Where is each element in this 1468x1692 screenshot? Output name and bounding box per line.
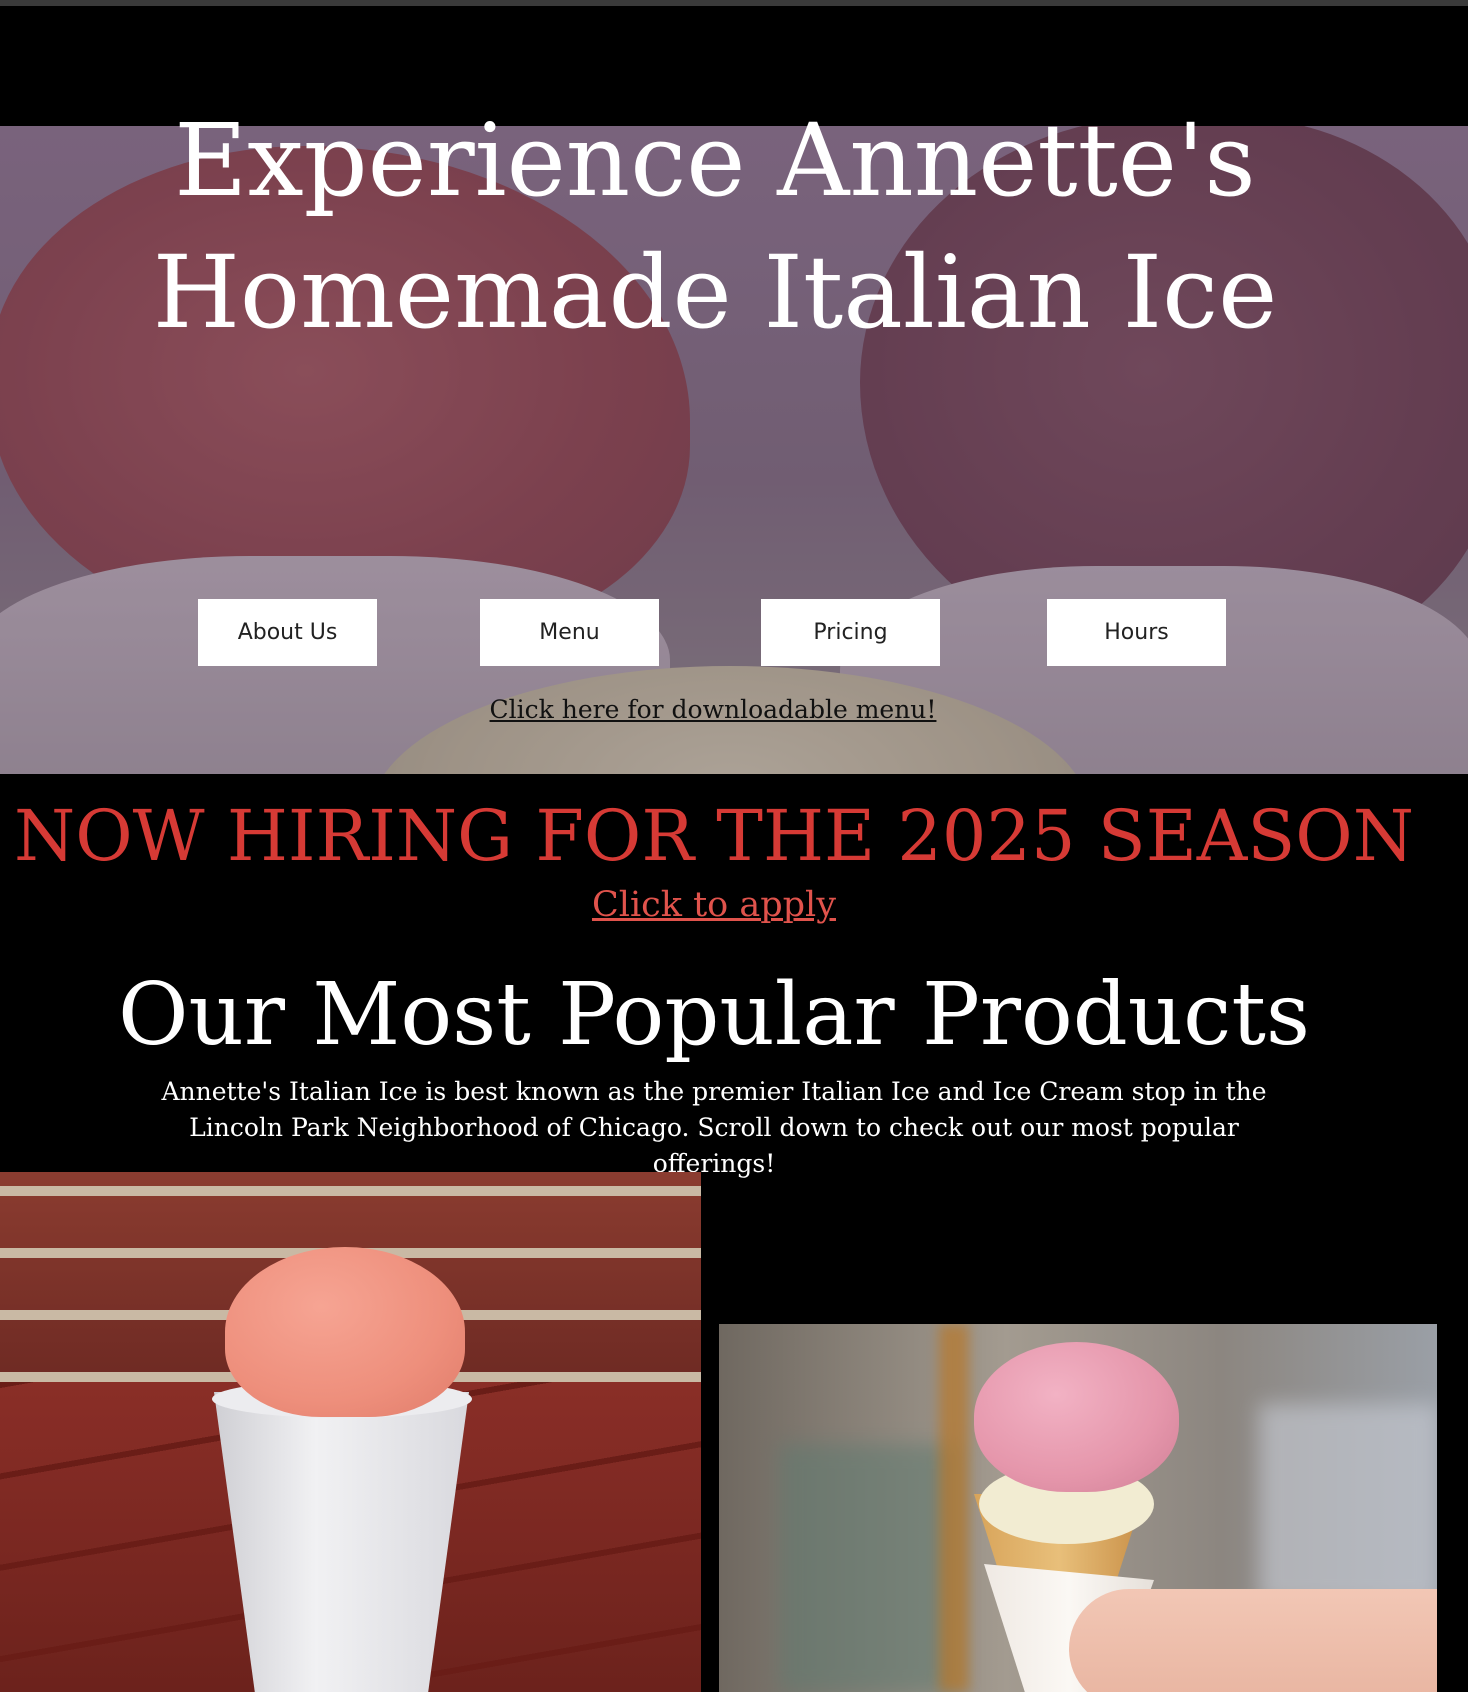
pink-scoop bbox=[974, 1342, 1179, 1492]
apply-link[interactable]: Click to apply bbox=[0, 885, 1428, 925]
hand bbox=[1069, 1589, 1437, 1692]
background-blur-post bbox=[939, 1324, 969, 1692]
italian-ice-scoop bbox=[225, 1247, 465, 1417]
italian-ice-cup-photo bbox=[0, 1172, 701, 1692]
background-blur-right bbox=[1259, 1404, 1437, 1604]
foam-cup bbox=[214, 1392, 469, 1692]
hero-title-line1: Experience Annette's bbox=[174, 102, 1256, 219]
hiring-title: NOW HIRING FOR THE 2025 SEASON bbox=[14, 795, 1414, 877]
about-us-button[interactable]: About Us bbox=[198, 599, 377, 666]
downloadable-menu-link[interactable]: Click here for downloadable menu! bbox=[0, 695, 1426, 724]
hero-title: Experience Annette's Homemade Italian Ice bbox=[0, 95, 1430, 359]
products-description: Annette's Italian Ice is best known as t… bbox=[161, 1077, 1267, 1178]
pricing-button[interactable]: Pricing bbox=[761, 599, 940, 666]
background-blur-left bbox=[779, 1444, 959, 1692]
ice-cream-cone-photo bbox=[719, 1324, 1437, 1692]
products-title: Our Most Popular Products bbox=[117, 965, 1311, 1065]
hero-title-line2: Homemade Italian Ice bbox=[152, 234, 1278, 351]
hours-button[interactable]: Hours bbox=[1047, 599, 1226, 666]
menu-button[interactable]: Menu bbox=[480, 599, 659, 666]
